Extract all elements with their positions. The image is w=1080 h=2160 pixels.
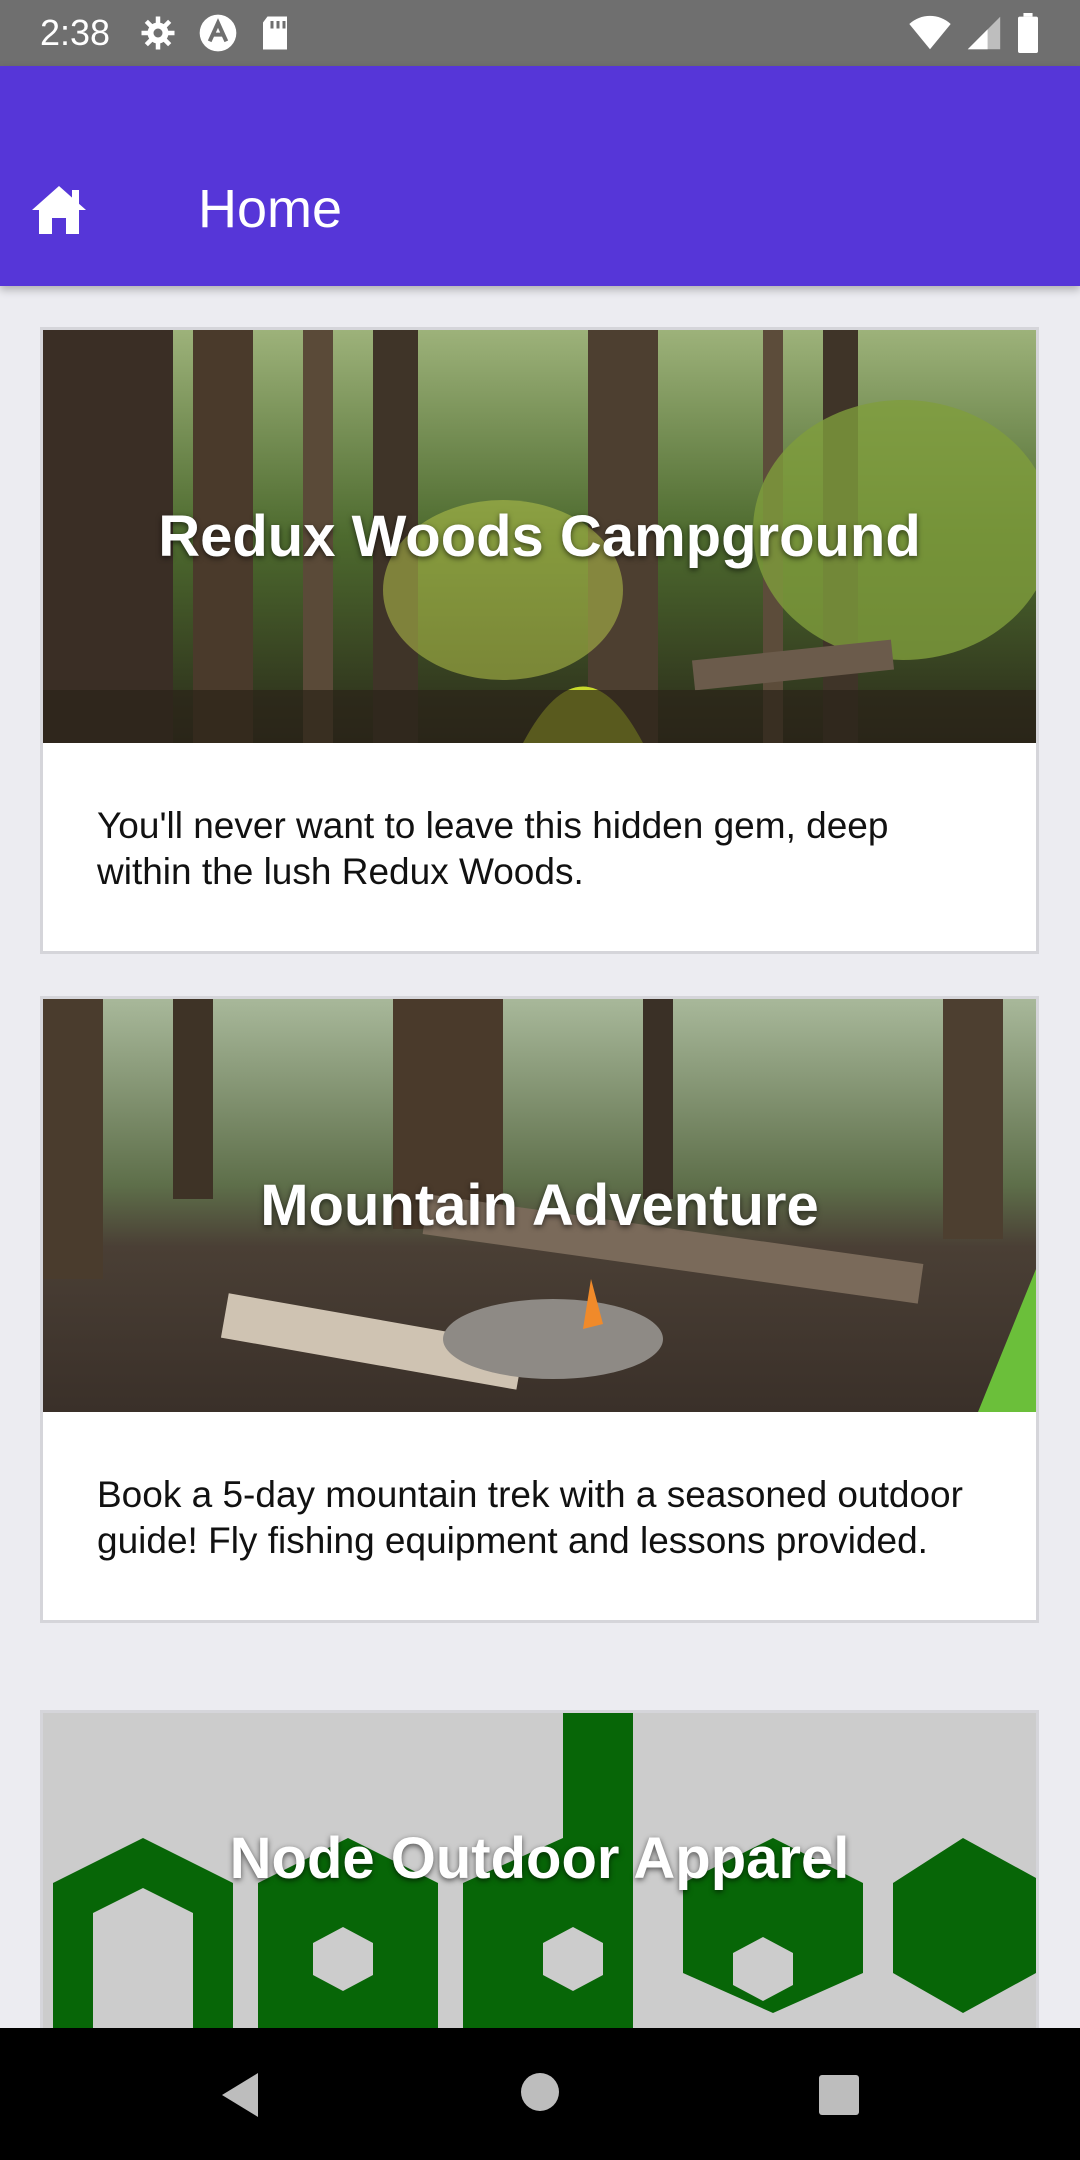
- card-node-outdoor-apparel[interactable]: Node Outdoor Apparel: [40, 1710, 1039, 2028]
- home-icon[interactable]: [30, 184, 88, 236]
- home-circle-icon[interactable]: [520, 2072, 560, 2112]
- card-mountain-adventure[interactable]: Mountain Adventure Book a 5-day mountain…: [40, 996, 1039, 1623]
- back-icon[interactable]: [218, 2070, 262, 2120]
- card-title: Mountain Adventure: [260, 1173, 819, 1238]
- status-icons-left: [140, 13, 290, 53]
- status-icons-right: [908, 13, 1040, 53]
- signal-icon: [967, 16, 1001, 50]
- status-time: 2:38: [40, 12, 111, 53]
- card-title: Node Outdoor Apparel: [229, 1826, 850, 1891]
- card-image-node-logo: Node Outdoor Apparel: [43, 1713, 1036, 2028]
- recents-icon[interactable]: [818, 2074, 860, 2116]
- card-image-forest: Redux Woods Campground: [43, 330, 1036, 743]
- card-list[interactable]: Redux Woods Campground You'll never want…: [0, 286, 1080, 2028]
- card-description: You'll never want to leave this hidden g…: [97, 805, 889, 892]
- battery-icon: [1018, 13, 1038, 53]
- sd-card-icon: [263, 16, 288, 50]
- wifi-icon: [909, 15, 951, 50]
- card-image-campfire: Mountain Adventure: [43, 999, 1036, 1412]
- settings-icon: [141, 16, 175, 50]
- app-title: Home: [198, 179, 343, 239]
- card-title: Redux Woods Campground: [158, 504, 921, 569]
- app-logo-icon: [199, 14, 237, 52]
- card-redux-woods[interactable]: Redux Woods Campground You'll never want…: [40, 327, 1039, 954]
- app-bar: Home: [0, 66, 1080, 286]
- card-description: Book a 5-day mountain trek with a season…: [97, 1474, 963, 1561]
- status-bar: 2:38: [0, 0, 1080, 66]
